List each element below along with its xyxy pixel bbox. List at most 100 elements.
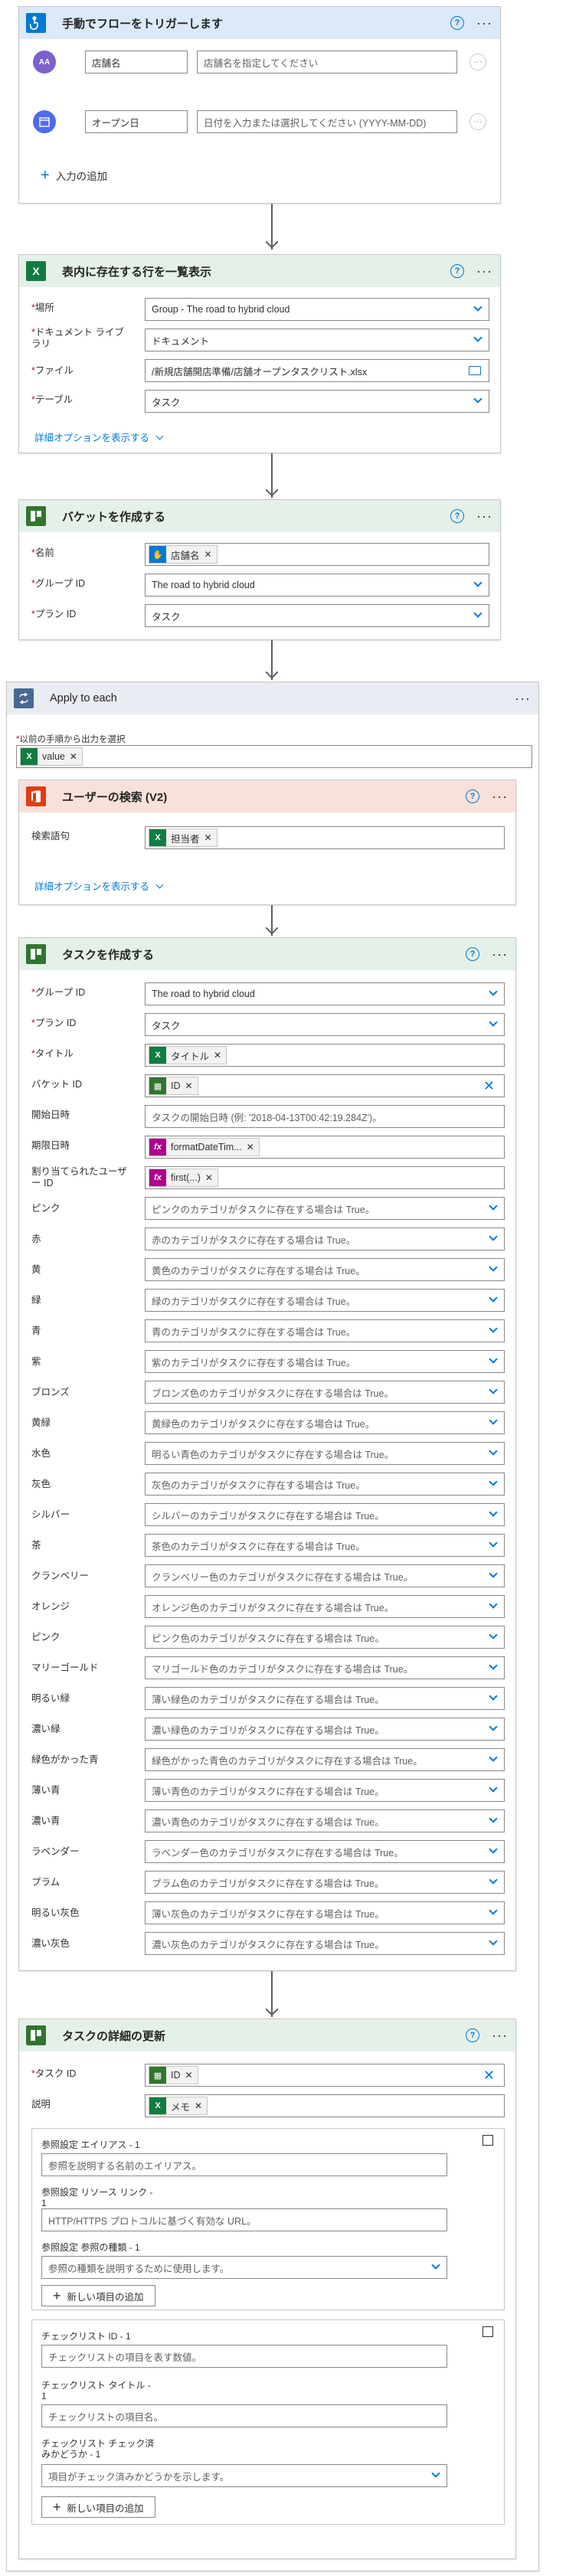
remove-token-icon[interactable]: ✕ bbox=[205, 1172, 213, 1183]
assigned-user-field[interactable]: fx first(...) ✕ bbox=[145, 1166, 505, 1189]
help-icon[interactable]: ? bbox=[466, 2028, 480, 2042]
category-dropdown[interactable]: 緑色がかった青色のカテゴリがタスクに存在する場合は True。 bbox=[145, 1748, 505, 1771]
task-title-field[interactable]: X タイトル ✕ bbox=[145, 1044, 505, 1067]
show-advanced-link[interactable]: 詳細オプションを表示する bbox=[34, 430, 163, 444]
category-dropdown[interactable]: 薄い緑色のカテゴリがタスクに存在する場合は True。 bbox=[145, 1687, 505, 1710]
category-dropdown[interactable]: 黄色のカテゴリがタスクに存在する場合は True。 bbox=[145, 1258, 505, 1281]
dynamic-token[interactable]: X タイトル ✕ bbox=[149, 1046, 227, 1064]
file-picker[interactable]: /新規店舗開店準備/店舗オープンタスクリスト.xlsx bbox=[145, 359, 489, 382]
due-date-field[interactable]: fx formatDateTim... ✕ bbox=[145, 1136, 505, 1159]
more-options-icon[interactable]: ··· bbox=[476, 264, 492, 278]
ref-alias-field[interactable]: 参照を説明する名前のエイリアス。 bbox=[41, 2153, 447, 2176]
copy-icon[interactable] bbox=[483, 2135, 493, 2146]
dynamic-token[interactable]: Xvalue ✕ bbox=[20, 747, 83, 766]
create-task-card[interactable]: タスクを作成する ? ··· *グループ ID The road to hybr… bbox=[18, 937, 516, 1971]
more-options-icon[interactable]: ··· bbox=[492, 789, 508, 803]
more-options-icon[interactable]: ··· bbox=[476, 16, 492, 30]
category-dropdown[interactable]: 明るい青色のカテゴリがタスクに存在する場合は True。 bbox=[145, 1442, 505, 1465]
category-dropdown[interactable]: ラベンダー色のカテゴリがタスクに存在する場合は True。 bbox=[145, 1840, 505, 1863]
help-icon[interactable]: ? bbox=[450, 509, 465, 523]
more-options-icon[interactable]: ··· bbox=[476, 509, 492, 523]
help-icon[interactable]: ? bbox=[466, 947, 480, 961]
group-id-dropdown[interactable]: The road to hybrid cloud bbox=[145, 982, 505, 1005]
dynamic-token[interactable]: ✋ 店舗名 ✕ bbox=[149, 545, 218, 564]
check-id-field[interactable]: チェックリストの項目を表す数値。 bbox=[41, 2345, 447, 2368]
remove-token-icon[interactable]: ✕ bbox=[185, 1080, 193, 1091]
category-dropdown[interactable]: シルバーのカテゴリがタスクに存在する場合は True。 bbox=[145, 1503, 505, 1526]
dynamic-token[interactable]: X メモ ✕ bbox=[149, 2097, 208, 2115]
plan-id-dropdown[interactable]: タスク bbox=[145, 604, 489, 627]
category-dropdown[interactable]: ピンク色のカテゴリがタスクに存在する場合は True。 bbox=[145, 1626, 505, 1649]
trigger-card-header[interactable]: 手動でフローをトリガーします ? ··· bbox=[19, 7, 500, 39]
expression-token[interactable]: fx first(...) ✕ bbox=[149, 1169, 218, 1187]
category-dropdown[interactable]: 薄い青色のカテゴリがタスクに存在する場合は True。 bbox=[145, 1779, 505, 1802]
category-dropdown[interactable]: 緑のカテゴリがタスクに存在する場合は True。 bbox=[145, 1289, 505, 1312]
create-task-card-header[interactable]: タスクを作成する ? ··· bbox=[19, 938, 515, 970]
category-dropdown[interactable]: 黄緑色のカテゴリがタスクに存在する場合は True。 bbox=[145, 1411, 505, 1434]
remove-token-icon[interactable]: ✕ bbox=[247, 1142, 254, 1152]
list-rows-card-header[interactable]: X 表内に存在する行を一覧表示 ? ··· bbox=[19, 255, 500, 287]
category-dropdown[interactable]: ブロンズ色のカテゴリがタスクに存在する場合は True。 bbox=[145, 1381, 505, 1404]
add-input-button[interactable]: + 入力の追加 bbox=[41, 168, 107, 183]
trigger-input-open-date[interactable]: オープン日 日付を入力または選択してください (YYYY-MM-DD) ··· bbox=[31, 109, 491, 135]
create-bucket-card[interactable]: バケットを作成する ? ··· *名前 ✋ 店舗名 ✕ *グループ ID The r… bbox=[18, 499, 501, 640]
trigger-card[interactable]: 手動でフローをトリガーします ? ··· AA 店舗名 店舗名を指定してください… bbox=[18, 6, 501, 204]
bucket-name-field[interactable]: ✋ 店舗名 ✕ bbox=[145, 543, 489, 566]
category-dropdown[interactable]: 紫のカテゴリがタスクに存在する場合は True。 bbox=[145, 1350, 505, 1373]
remove-token-icon[interactable]: ✕ bbox=[185, 2070, 193, 2081]
folder-icon[interactable] bbox=[469, 366, 481, 375]
more-options-icon[interactable]: ··· bbox=[492, 2028, 508, 2042]
category-dropdown[interactable]: 青のカテゴリがタスクに存在する場合は True。 bbox=[145, 1319, 505, 1342]
ref-link-field[interactable]: HTTP/HTTPS プロトコルに基づく有効な URL。 bbox=[41, 2208, 447, 2231]
category-dropdown[interactable]: 濃い緑色のカテゴリがタスクに存在する場合は True。 bbox=[145, 1718, 505, 1741]
category-dropdown[interactable]: 灰色のカテゴリがタスクに存在する場合は True。 bbox=[145, 1473, 505, 1496]
more-options-icon[interactable]: ··· bbox=[515, 691, 531, 705]
input-more-icon[interactable]: ··· bbox=[469, 113, 486, 130]
create-bucket-card-header[interactable]: バケットを作成する ? ··· bbox=[19, 500, 500, 532]
category-dropdown[interactable]: 薄い灰色のカテゴリがタスクに存在する場合は True。 bbox=[145, 1901, 505, 1924]
dynamic-token[interactable]: ▦ ID ✕ bbox=[149, 1077, 198, 1095]
help-icon[interactable]: ? bbox=[450, 264, 465, 278]
add-new-item-button[interactable]: + 新しい項目の追加 bbox=[41, 2285, 155, 2306]
update-details-card-header[interactable]: タスクの詳細の更新 ? ··· bbox=[19, 2019, 515, 2051]
group-id-dropdown[interactable]: The road to hybrid cloud bbox=[145, 574, 489, 597]
input-placeholder-field[interactable]: 店舗名を指定してください bbox=[197, 51, 457, 74]
task-id-field[interactable]: ▦ ID ✕ ✕ bbox=[145, 2064, 505, 2087]
dynamic-token[interactable]: ▦ ID ✕ bbox=[149, 2066, 198, 2084]
trigger-input-store-name[interactable]: AA 店舗名 店舗名を指定してください ··· bbox=[31, 49, 491, 75]
category-dropdown[interactable]: マリゴールド色のカテゴリがタスクに存在する場合は True。 bbox=[145, 1656, 505, 1679]
search-term-field[interactable]: X 担当者 ✕ bbox=[145, 826, 505, 849]
add-new-item-button[interactable]: + 新しい項目の追加 bbox=[41, 2496, 155, 2518]
category-dropdown[interactable]: 赤のカテゴリがタスクに存在する場合は True。 bbox=[145, 1228, 505, 1250]
bucket-id-field[interactable]: ▦ ID ✕ ✕ bbox=[145, 1074, 505, 1097]
apply-to-each-header[interactable]: Apply to each ··· bbox=[7, 682, 538, 714]
location-dropdown[interactable]: Group - The road to hybrid cloud bbox=[145, 298, 489, 321]
more-options-icon[interactable]: ··· bbox=[492, 947, 508, 961]
clear-icon[interactable]: ✕ bbox=[483, 2068, 495, 2084]
table-dropdown[interactable]: タスク bbox=[145, 390, 489, 413]
help-icon[interactable]: ? bbox=[466, 789, 480, 803]
remove-token-icon[interactable]: ✕ bbox=[70, 751, 77, 762]
search-user-card[interactable]: ユーザーの検索 (V2) ? ··· 検索語句 X 担当者 ✕ 詳細オプションを表示… bbox=[18, 780, 516, 905]
category-dropdown[interactable]: プラム色のカテゴリがタスクに存在する場合は True。 bbox=[145, 1871, 505, 1894]
check-done-dropdown[interactable]: 項目がチェック済みかどうかを示します。 bbox=[41, 2464, 447, 2487]
category-dropdown[interactable]: 濃い灰色のカテゴリがタスクに存在する場合は True。 bbox=[145, 1932, 505, 1955]
remove-token-icon[interactable]: ✕ bbox=[204, 832, 212, 843]
dynamic-token[interactable]: X 担当者 ✕ bbox=[149, 829, 218, 847]
input-more-icon[interactable]: ··· bbox=[469, 54, 486, 70]
category-dropdown[interactable]: 濃い青色のカテゴリがタスクに存在する場合は True。 bbox=[145, 1809, 505, 1832]
list-rows-card[interactable]: X 表内に存在する行を一覧表示 ? ··· *場所 Group - The ro… bbox=[18, 254, 501, 453]
expression-token[interactable]: fx formatDateTim... ✕ bbox=[149, 1138, 260, 1156]
remove-token-icon[interactable]: ✕ bbox=[204, 549, 212, 560]
input-placeholder-field[interactable]: 日付を入力または選択してください (YYYY-MM-DD) bbox=[197, 110, 457, 133]
remove-token-icon[interactable]: ✕ bbox=[214, 1050, 221, 1061]
description-field[interactable]: X メモ ✕ bbox=[145, 2094, 505, 2117]
plan-id-dropdown[interactable]: タスク bbox=[145, 1013, 505, 1036]
input-name-field[interactable]: オープン日 bbox=[85, 110, 188, 133]
category-dropdown[interactable]: 茶色のカテゴリがタスクに存在する場合は True。 bbox=[145, 1534, 505, 1557]
input-name-field[interactable]: 店舗名 bbox=[85, 51, 188, 74]
update-details-card[interactable]: タスクの詳細の更新 ? ··· *タスク ID ▦ ID ✕ ✕ 説明 X メモ ✕ 参… bbox=[18, 2019, 516, 2559]
select-output-field[interactable]: Xvalue ✕ bbox=[16, 745, 532, 768]
help-icon[interactable]: ? bbox=[450, 16, 465, 30]
copy-icon[interactable] bbox=[483, 2326, 493, 2337]
